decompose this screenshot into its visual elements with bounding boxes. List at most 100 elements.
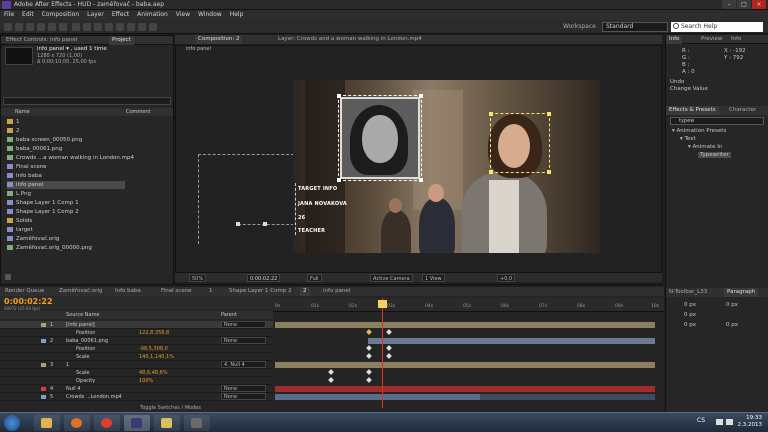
- tree-typewriter[interactable]: Typewriter: [698, 152, 731, 158]
- parent-select[interactable]: None: [221, 337, 266, 344]
- property-row[interactable]: Position 122,8,358,8: [0, 329, 273, 337]
- system-clock[interactable]: 19:33 2.3.2013: [738, 415, 763, 429]
- puppet-tool-icon[interactable]: [149, 23, 157, 31]
- tab-project[interactable]: Project: [109, 36, 134, 45]
- tab-info-panel[interactable]: info panel: [320, 287, 353, 296]
- list-item[interactable]: Zaměřovač.orig: [7, 235, 59, 243]
- layer-row[interactable]: 1 [info panel] None: [0, 321, 273, 329]
- time-ruler[interactable]: 0s 01s 02s 03s 04s 05s 06s 07s 08s 09s 1…: [273, 298, 664, 312]
- pan-behind-tool-icon[interactable]: [59, 23, 67, 31]
- taskbar-chrome[interactable]: [94, 415, 120, 431]
- eraser-tool-icon[interactable]: [127, 23, 135, 31]
- tab-final-scene[interactable]: Final scene: [158, 287, 195, 296]
- list-item[interactable]: target: [7, 226, 33, 234]
- tab-character[interactable]: Character: [726, 106, 759, 115]
- tab-preview[interactable]: Preview: [698, 35, 725, 44]
- list-item[interactable]: Info baba: [7, 172, 42, 180]
- list-item[interactable]: 2: [7, 127, 20, 135]
- tab-effects-presets[interactable]: Effects & Presets: [666, 106, 719, 115]
- effects-search-input[interactable]: typew: [670, 117, 764, 125]
- rectangle-tool-icon[interactable]: [72, 23, 80, 31]
- tab-composition-2[interactable]: Composition: 2: [195, 35, 243, 44]
- breadcrumb[interactable]: info panel: [186, 46, 211, 52]
- layer-bar-info-panel[interactable]: [275, 322, 655, 328]
- minimize-button[interactable]: –: [722, 0, 736, 9]
- trash-icon[interactable]: [5, 274, 11, 280]
- list-item[interactable]: 1: [7, 118, 20, 126]
- list-item[interactable]: Crowds ...a woman walking in London.mp4: [7, 154, 134, 162]
- menu-help[interactable]: Help: [226, 10, 248, 20]
- label-color[interactable]: [41, 395, 46, 399]
- face-target-box[interactable]: [489, 112, 551, 174]
- layer-bar-baba[interactable]: [368, 338, 655, 344]
- menu-edit[interactable]: Edit: [18, 10, 38, 20]
- para-first-line[interactable]: 0 px: [684, 312, 696, 318]
- tree-animate-in[interactable]: ▾ Animate In: [688, 144, 722, 150]
- parent-select[interactable]: None: [221, 321, 266, 328]
- maximize-button[interactable]: □: [737, 0, 751, 9]
- tab-layer-crowds[interactable]: Layer: Crowds and a woman walking in Lon…: [275, 35, 425, 44]
- label-color[interactable]: [41, 339, 46, 343]
- layer-name[interactable]: [info panel]: [66, 321, 95, 329]
- property-value[interactable]: 122,8,358,8: [139, 329, 169, 337]
- taskbar-after-effects[interactable]: [124, 415, 150, 431]
- selection-tool-icon[interactable]: [4, 23, 12, 31]
- position-keyframe-handle[interactable]: [263, 222, 267, 226]
- col-comment[interactable]: Comment: [126, 109, 151, 115]
- property-value[interactable]: 140,1,140,1%: [139, 353, 174, 361]
- tab-info-2[interactable]: Info: [728, 35, 744, 44]
- zoom-select[interactable]: 50%: [189, 274, 207, 282]
- layer-row[interactable]: 2 baba_00061.png None: [0, 337, 273, 345]
- property-value[interactable]: 100%: [139, 377, 153, 385]
- current-timecode[interactable]: 0:00:02:22: [4, 297, 53, 306]
- label-color[interactable]: [41, 387, 46, 391]
- col-source-name[interactable]: Source Name: [66, 312, 100, 318]
- tab-info[interactable]: Info: [666, 35, 683, 44]
- layer-bar-crowds[interactable]: [275, 394, 480, 400]
- rotate-tool-icon[interactable]: [37, 23, 45, 31]
- current-time-indicator-head[interactable]: [378, 300, 387, 308]
- parent-select[interactable]: None: [221, 385, 266, 392]
- list-item[interactable]: L.Png: [7, 190, 31, 198]
- property-row[interactable]: Position -98,5,308,0: [0, 345, 273, 353]
- text-tool-icon[interactable]: [94, 23, 102, 31]
- menu-layer[interactable]: Layer: [83, 10, 108, 20]
- taskbar-firefox[interactable]: [64, 415, 90, 431]
- tab-2[interactable]: 2: [300, 287, 310, 296]
- position-keyframe-handle[interactable]: [236, 222, 240, 226]
- pen-tool-icon[interactable]: [83, 23, 91, 31]
- camera-tool-icon[interactable]: [48, 23, 56, 31]
- tree-animation-presets[interactable]: ▾ Animation Presets: [672, 128, 726, 134]
- network-icon[interactable]: [716, 419, 723, 425]
- exposure-value[interactable]: +0,0: [497, 274, 516, 282]
- parent-select[interactable]: 4. Null 4: [221, 361, 266, 368]
- tree-text[interactable]: ▾ Text: [680, 136, 696, 142]
- search-help-input[interactable]: Search Help: [671, 22, 763, 32]
- layer-name[interactable]: Crowds ...London.mp4: [66, 393, 122, 401]
- layer-name[interactable]: 1: [66, 361, 69, 369]
- layer-bar-null-4[interactable]: [275, 386, 655, 392]
- taskbar-folder[interactable]: [154, 415, 180, 431]
- property-row[interactable]: Scale 48,6,48,6%: [0, 369, 273, 377]
- close-button[interactable]: ×: [752, 0, 766, 9]
- hand-tool-icon[interactable]: [15, 23, 23, 31]
- layer-name[interactable]: baba_00061.png: [66, 337, 108, 345]
- tab-toolbar[interactable]: N-Toolbar_L33: [666, 288, 710, 297]
- start-button-icon[interactable]: [4, 415, 20, 431]
- tab-render-queue[interactable]: Render Queue: [2, 287, 47, 296]
- parent-select[interactable]: None: [221, 393, 266, 400]
- brush-tool-icon[interactable]: [105, 23, 113, 31]
- zoom-tool-icon[interactable]: [26, 23, 34, 31]
- menu-view[interactable]: View: [172, 10, 194, 20]
- list-item[interactable]: Final scene: [7, 163, 47, 171]
- property-row[interactable]: Opacity 100%: [0, 377, 273, 385]
- list-item-selected[interactable]: info panel: [7, 181, 125, 189]
- layer-name[interactable]: Null 4: [66, 385, 80, 393]
- toggle-switches-modes[interactable]: Toggle Switches / Modes: [140, 405, 201, 411]
- menu-effect[interactable]: Effect: [108, 10, 133, 20]
- list-item[interactable]: Shape Layer 1 Comp 1: [7, 199, 79, 207]
- layer-row[interactable]: 5 Crowds ...London.mp4 None: [0, 393, 273, 401]
- menu-animation[interactable]: Animation: [133, 10, 172, 20]
- para-space-after[interactable]: 0 px: [726, 322, 738, 328]
- list-item[interactable]: Solids: [7, 217, 32, 225]
